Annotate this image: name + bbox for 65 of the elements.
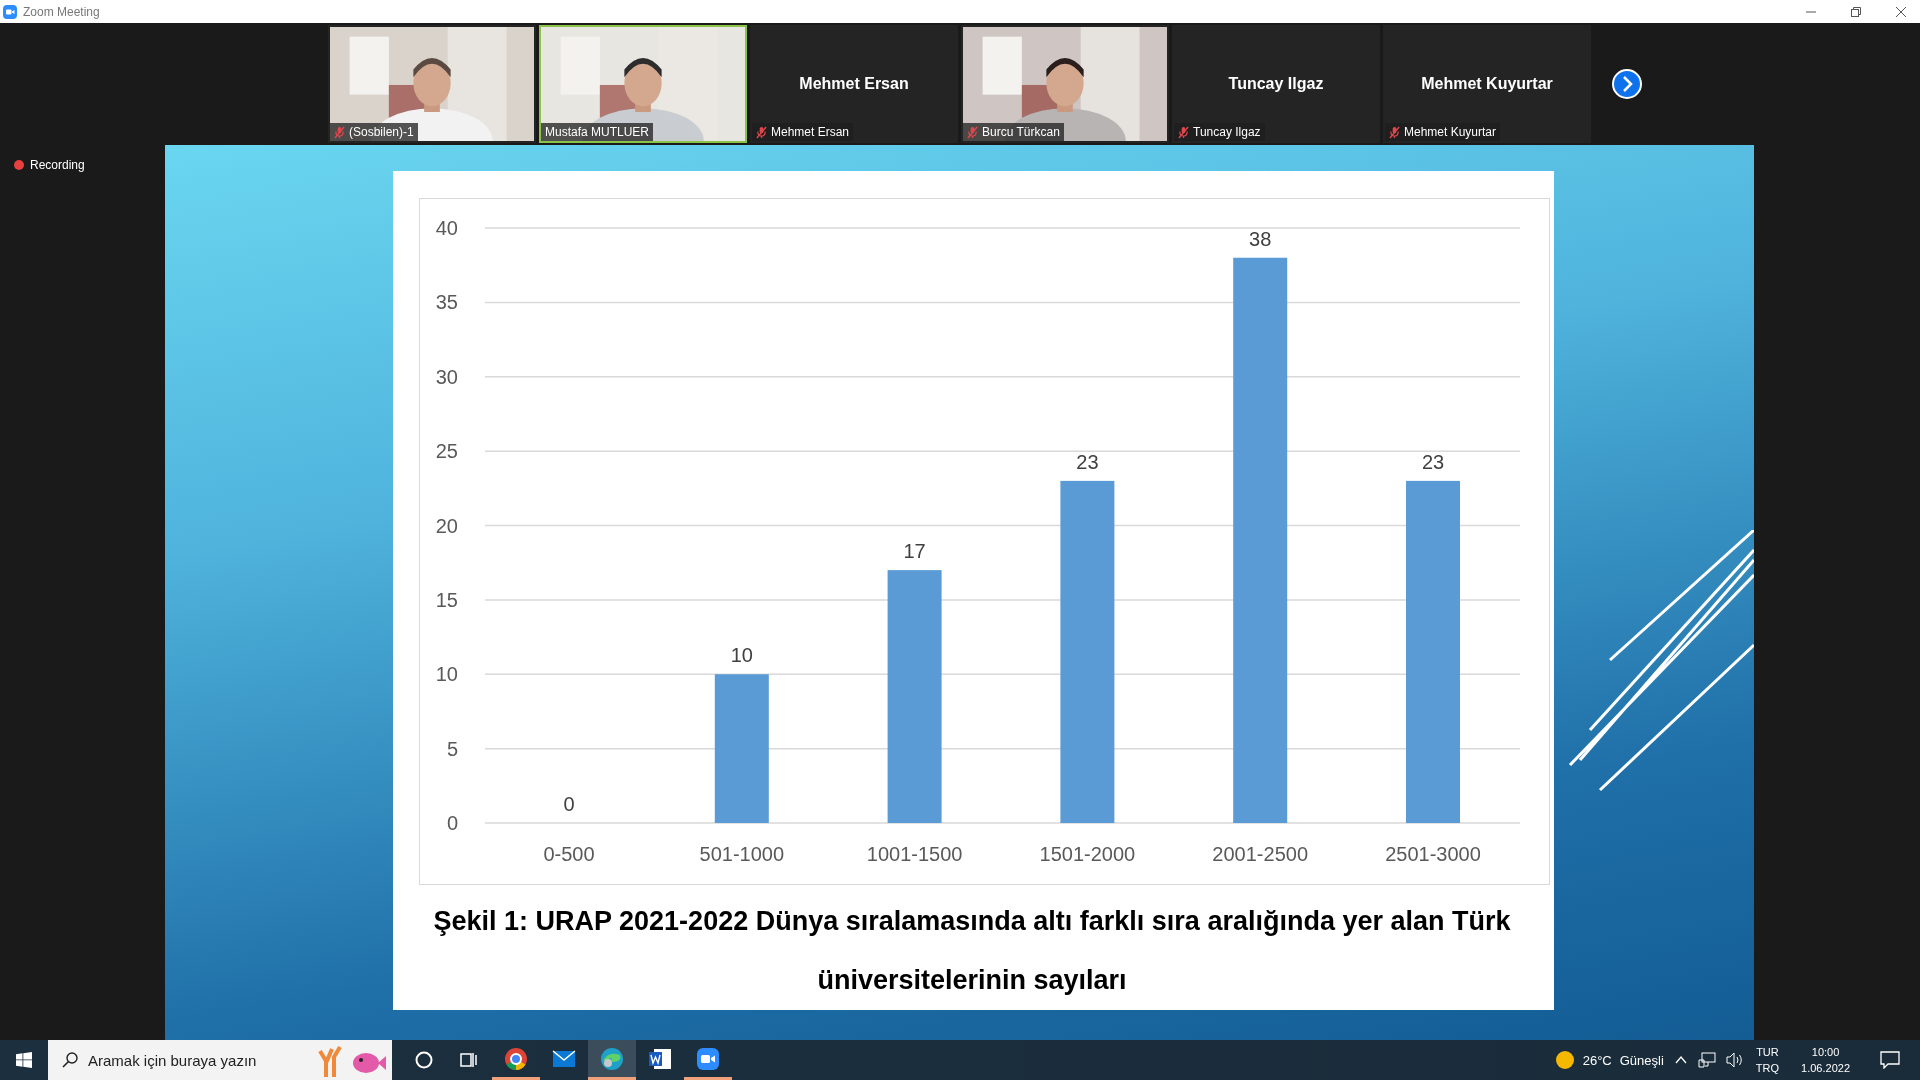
data-label: 38 [1249, 227, 1272, 250]
participant-name: Mehmet Ersan [771, 125, 850, 139]
search-field[interactable]: Aramak için buraya yazın [48, 1040, 392, 1080]
axis-tick-label: 40 [435, 217, 458, 239]
clock-date[interactable]: 1.06.2022 [1801, 1060, 1850, 1076]
data-label: 23 [1421, 450, 1445, 473]
axis-tick-label: 35 [435, 291, 458, 314]
participant-name: Tuncay Ilgaz [1228, 75, 1324, 93]
category-label: 2001-2500 [1212, 843, 1309, 865]
category-label: 1501-2000 [1039, 843, 1136, 865]
recording-label: Recording [30, 158, 85, 172]
category-label: 501-1000 [699, 843, 785, 865]
participant-name: Tuncay Ilgaz [1193, 125, 1261, 139]
participant-name: (Sosbilen)-1 [349, 125, 414, 139]
category-label: 1001-1500 [866, 843, 963, 865]
participant-tile[interactable]: Mustafa MUTLUER [539, 25, 747, 143]
input-language[interactable]: TRQ [1755, 1060, 1780, 1076]
windows-logo-icon [16, 1052, 32, 1068]
temperature: 26°C [1582, 1052, 1612, 1068]
speaker-icon[interactable] [1725, 1052, 1744, 1068]
figure-caption: Şekil 1: URAP 2021-2022 Dünya sıralamasında altı farklı sıra aralığında yer alan Türk üniversitelerinin sayıları [432, 905, 1512, 997]
zoom-logo-icon [3, 4, 17, 19]
participant-tile[interactable]: Mehmet Kuyurtar Mehmet Kuyurtar [1383, 25, 1591, 143]
category-label: 0-500 [543, 843, 595, 865]
word-icon [648, 1046, 672, 1071]
chrome-icon [504, 1046, 528, 1071]
search-icon [62, 1052, 78, 1068]
axis-tick-label: 25 [435, 440, 458, 463]
next-page-button[interactable] [1612, 69, 1642, 99]
input-language[interactable]: TUR [1756, 1044, 1779, 1060]
axis-tick-label: 0 [446, 812, 458, 834]
participant-name: Mehmet Kuyurtar [1404, 125, 1497, 139]
close-icon[interactable] [1896, 6, 1906, 17]
data-label: 0 [563, 793, 575, 815]
chevron-right-icon [1612, 69, 1642, 99]
axis-tick-label: 15 [435, 588, 458, 611]
cortana-icon[interactable] [414, 1050, 434, 1070]
participant-tile[interactable]: Tuncay Ilgaz Tuncay Ilgaz [1172, 25, 1380, 143]
axis-tick-label: 5 [446, 737, 458, 760]
video-camera-icon [696, 1046, 720, 1071]
restore-icon[interactable] [1851, 6, 1861, 17]
task-view-icon[interactable] [458, 1050, 478, 1070]
edge-icon [600, 1046, 624, 1071]
clock-time[interactable]: 10:00 [1811, 1044, 1840, 1060]
participant-tile[interactable]: Mehmet Ersan Mehmet Ersan [750, 25, 958, 143]
sun-icon [1554, 1050, 1575, 1070]
participant-name: Mustafa MUTLUER [545, 125, 650, 139]
participant-name: Burcu Türkcan [982, 125, 1060, 139]
recording-dot-icon [14, 160, 24, 170]
weather-condition: Güneşli [1619, 1052, 1664, 1068]
data-label: 17 [903, 540, 926, 563]
axis-tick-label: 10 [435, 663, 458, 686]
window-title: Zoom Meeting [23, 4, 100, 19]
axis-tick-label: 20 [435, 514, 458, 537]
data-label: 10 [730, 644, 753, 667]
network-icon[interactable] [1697, 1052, 1716, 1068]
category-label: 2501-3000 [1385, 843, 1481, 865]
coral-fish-drawing [316, 1043, 386, 1077]
participant-name: Mehmet Kuyurtar [1421, 75, 1553, 93]
notification-icon[interactable] [1880, 1051, 1900, 1069]
participant-tile[interactable]: Burcu Türkcan [961, 25, 1169, 143]
participant-tile[interactable]: (Sosbilen)-1 [328, 25, 536, 143]
data-label: 23 [1076, 450, 1099, 473]
participant-name: Mehmet Ersan [799, 75, 909, 93]
axis-tick-label: 30 [435, 365, 458, 388]
